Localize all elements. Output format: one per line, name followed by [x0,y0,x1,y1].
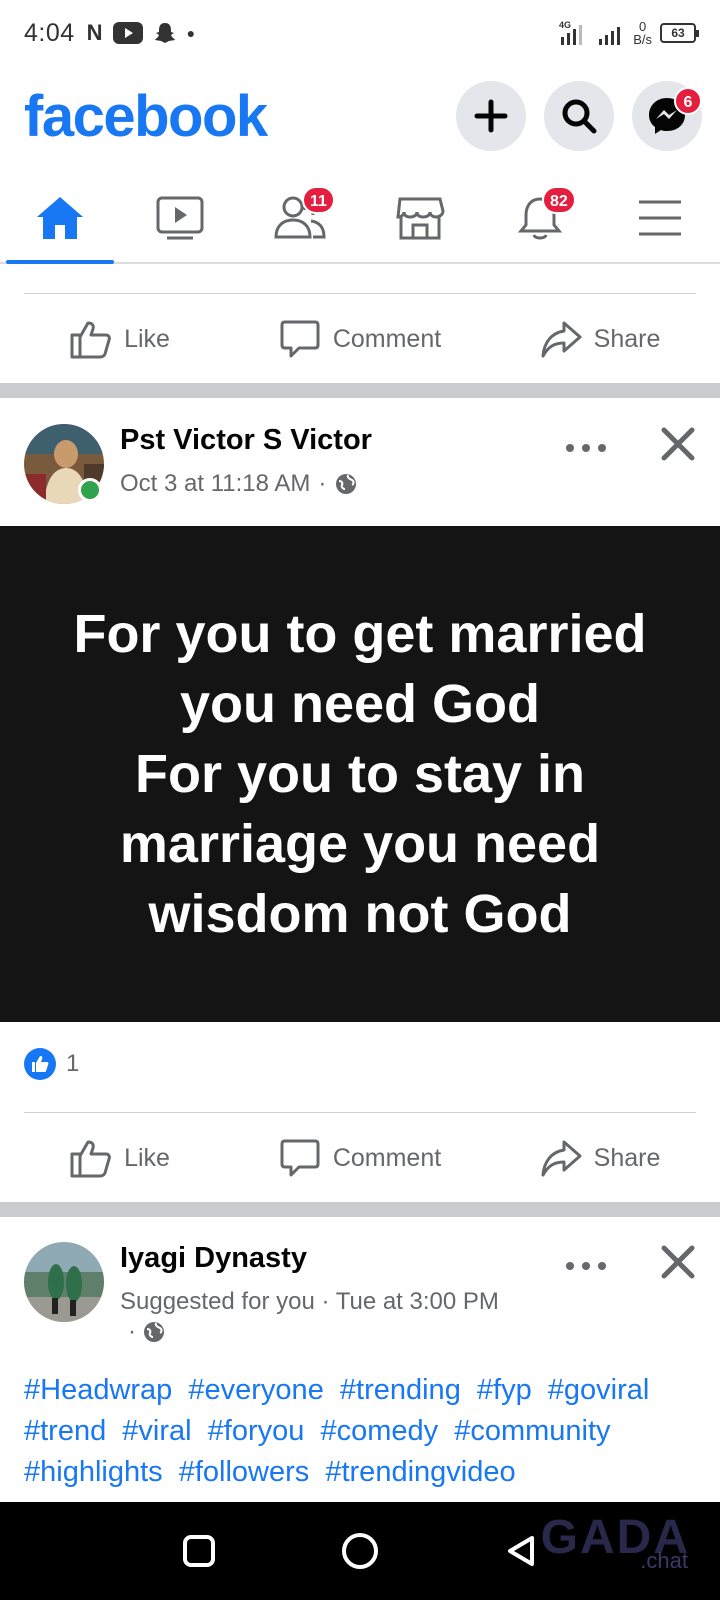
meta-separator: · [318,470,327,497]
create-button[interactable] [456,81,526,151]
hashtag-link[interactable]: #everyone [188,1374,323,1406]
hashtag-link[interactable]: #fyp [477,1374,532,1406]
hashtag-link[interactable]: #trend [24,1415,106,1447]
hashtag-link[interactable]: #highlights [24,1456,163,1488]
post-hashtags: #Headwrap #everyone #trending #fyp #govi… [24,1370,704,1493]
main-tabs: 11 82 [0,174,720,264]
tab-home[interactable] [0,174,120,264]
like-reaction-icon [24,1048,56,1080]
more-options-button[interactable] [566,438,606,458]
comment-icon [280,1139,320,1177]
close-icon[interactable] [658,424,698,464]
post-author[interactable]: Pst Victor S Victor [120,424,372,457]
hashtag-link[interactable]: #comedy [320,1415,438,1447]
like-button[interactable]: Like [0,1138,240,1178]
youtube-notification-icon [112,22,143,44]
tab-video[interactable] [120,174,240,262]
messenger-badge: 6 [674,87,702,115]
app-header: facebook 6 [0,76,720,156]
post-image-text: For you to get married you need God For … [73,604,647,944]
watermark-sub: .chat [640,1548,688,1573]
thumbs-up-icon [70,1140,111,1178]
post-header: Iyagi Dynasty Suggested for you · Tue at… [0,1240,720,1345]
comment-icon [280,320,320,358]
comment-button[interactable]: Comment [240,1138,480,1178]
friends-badge: 11 [302,186,335,214]
tab-menu[interactable] [600,174,720,262]
divider [24,1112,696,1113]
search-button[interactable] [544,81,614,151]
status-time: 4:04 [24,18,75,47]
comment-button[interactable]: Comment [240,319,480,359]
notifications-badge: 82 [542,186,576,214]
reactions-summary[interactable]: 1 [24,1048,79,1080]
post-actions: Like Comment Share [0,1114,720,1202]
globe-icon [144,1322,164,1342]
post-privacy: · [128,1318,166,1346]
post-image[interactable]: For you to get married you need God For … [0,526,720,1022]
close-icon[interactable] [658,1242,698,1282]
avatar-photo [24,1242,104,1322]
more-notifications-dot: ● [186,25,196,41]
hashtag-link[interactable]: #community [454,1415,610,1447]
post-separator [0,1202,720,1217]
plus-icon [474,99,508,133]
more-options-button[interactable] [566,1256,606,1276]
hashtag-link[interactable]: #goviral [548,1374,650,1406]
signal-icon [599,27,621,45]
tab-notifications[interactable]: 82 [480,174,600,262]
online-status-dot [78,478,102,502]
facebook-logo[interactable]: facebook [24,83,268,150]
hashtag-link[interactable]: #trendingvideo [325,1456,515,1488]
marketplace-icon [396,197,445,240]
back-nav-icon[interactable] [504,1534,538,1568]
svg-text:4G: 4G [559,20,571,30]
home-nav-icon[interactable] [341,1532,379,1570]
video-icon [156,196,204,240]
tab-marketplace[interactable] [360,174,480,262]
hashtag-link[interactable]: #viral [122,1415,191,1447]
battery-icon: 63 [660,23,699,43]
hashtag-link[interactable]: #foryou [208,1415,305,1447]
share-button[interactable]: Share [480,1138,720,1178]
share-icon [541,1140,582,1177]
globe-icon [336,474,357,494]
search-icon [562,99,597,134]
reactions-count: 1 [66,1050,80,1077]
avatar[interactable] [24,1242,104,1322]
home-icon [37,197,83,239]
divider [24,293,696,294]
post-meta: Suggested for you · Tue at 3:00 PM [120,1288,499,1315]
hamburger-menu-icon [639,200,681,236]
netflix-notification-icon: N [86,20,103,45]
tab-friends[interactable]: 11 [240,174,360,262]
messenger-button[interactable]: 6 [632,81,702,151]
post-separator [0,383,720,398]
hashtag-link[interactable]: #followers [179,1456,310,1488]
signal-4g-icon: 4G [559,20,583,45]
hashtag-link[interactable]: #Headwrap [24,1374,172,1406]
share-icon [541,321,582,358]
share-button[interactable]: Share [480,319,720,359]
post-author[interactable]: Iyagi Dynasty [120,1242,307,1275]
thumbs-up-icon [70,321,111,359]
post-meta: Oct 3 at 11:18 AM · [120,470,358,498]
hashtag-link[interactable]: #trending [340,1374,461,1406]
status-bar: 4:04 N ● 4G 0 B/s 63 [0,0,720,66]
snapchat-notification-icon [154,23,175,43]
like-button[interactable]: Like [0,319,240,359]
post-timestamp[interactable]: Oct 3 at 11:18 AM [120,470,310,498]
prev-post-actions: Like Comment Share [0,295,720,383]
network-speed: 0 B/s [633,19,652,47]
post-header: Pst Victor S Victor Oct 3 at 11:18 AM · [0,420,720,510]
recent-apps-icon[interactable] [182,1534,216,1568]
